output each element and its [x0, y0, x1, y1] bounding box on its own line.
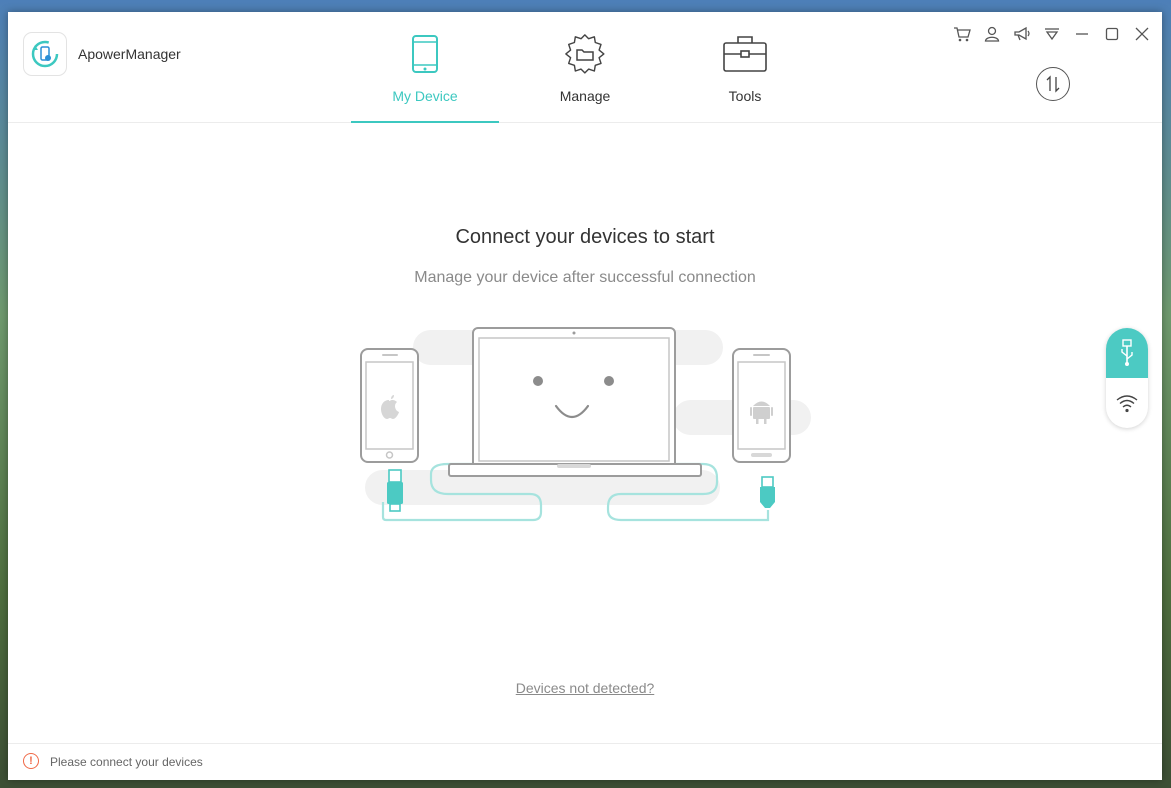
tab-manage[interactable]: Manage	[511, 12, 659, 122]
active-tab-indicator	[351, 121, 499, 123]
connection-mode-panel	[1106, 328, 1148, 428]
minimize-icon	[1076, 33, 1088, 35]
tab-my-device[interactable]: My Device	[351, 12, 499, 123]
wifi-icon	[1116, 395, 1138, 413]
tab-tools[interactable]: Tools	[671, 12, 819, 122]
transfer-arrows-icon	[1046, 75, 1060, 93]
app-window: ApowerManager My Device Manage Tools Con…	[8, 12, 1162, 780]
megaphone-icon	[1014, 26, 1030, 41]
user-button[interactable]	[981, 24, 1003, 44]
maximize-icon	[1105, 27, 1119, 41]
tab-label: Manage	[559, 88, 611, 104]
menu-icon	[1045, 28, 1059, 41]
cart-button[interactable]	[951, 24, 973, 44]
status-text: Please connect your devices	[50, 755, 203, 769]
user-icon	[984, 26, 1000, 42]
usb-icon	[1121, 339, 1133, 366]
close-button[interactable]	[1131, 24, 1153, 44]
tab-label: Tools	[728, 88, 762, 104]
cart-icon	[954, 27, 971, 42]
header: ApowerManager My Device Manage Tools	[8, 12, 1162, 123]
toolbox-icon	[722, 32, 768, 76]
maximize-button[interactable]	[1101, 24, 1123, 44]
usb-connect-button[interactable]	[1106, 328, 1148, 378]
close-icon	[1135, 27, 1149, 41]
connect-devices-illustration	[353, 322, 823, 542]
minimize-button[interactable]	[1071, 24, 1093, 44]
devices-not-detected-link[interactable]: Devices not detected?	[8, 680, 1162, 696]
app-logo	[23, 32, 67, 76]
connect-headline: Connect your devices to start	[455, 226, 715, 248]
connect-subline: Manage your device after successful conn…	[414, 269, 756, 286]
wifi-connect-button[interactable]	[1106, 378, 1148, 428]
app-title: ApowerManager	[78, 46, 181, 62]
gear-folder-icon	[563, 32, 607, 76]
warning-circle-icon: !	[23, 753, 39, 769]
phone-icon	[411, 32, 439, 76]
announcement-button[interactable]	[1011, 24, 1033, 44]
menu-button[interactable]	[1041, 24, 1063, 44]
status-bar: ! Please connect your devices	[8, 743, 1162, 780]
transfer-button[interactable]	[1036, 67, 1070, 101]
tab-label: My Device	[392, 88, 458, 104]
